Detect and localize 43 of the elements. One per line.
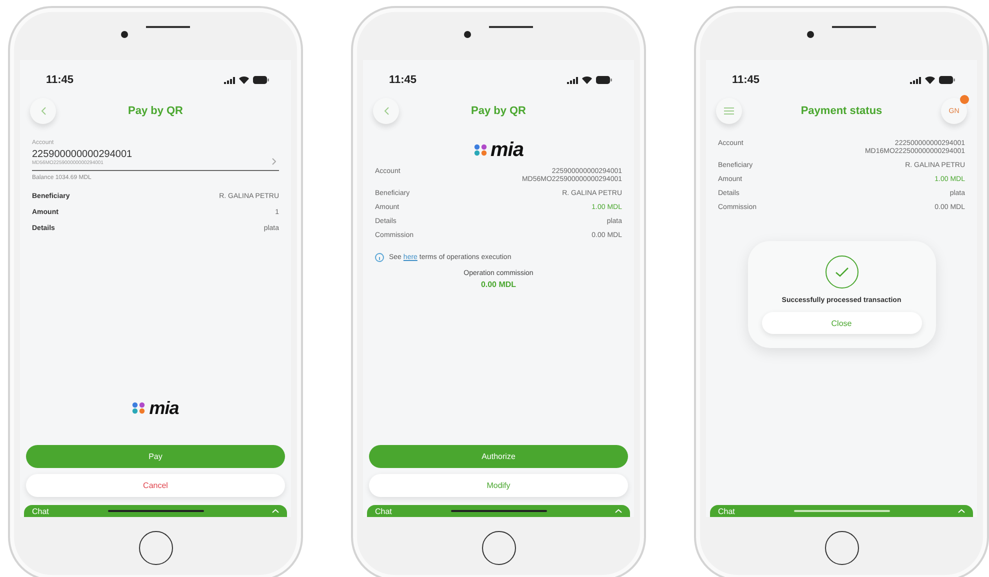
check-circle-icon xyxy=(824,255,858,289)
screen-title: Pay by QR xyxy=(470,105,528,117)
action-button[interactable]: Pay xyxy=(26,445,285,468)
camera-dot xyxy=(807,30,814,38)
notification-badge xyxy=(960,95,969,104)
chevron-right-icon xyxy=(272,158,276,165)
signal-icon xyxy=(910,76,921,84)
info-icon xyxy=(375,253,384,262)
action-button[interactable]: Close xyxy=(762,312,922,334)
action-button[interactable]: Modify xyxy=(369,474,628,497)
camera-dot xyxy=(464,30,471,38)
battery-icon xyxy=(939,76,955,84)
battery-icon xyxy=(596,76,612,84)
chevron-up-icon xyxy=(615,509,622,513)
wifi-icon xyxy=(925,76,935,84)
wifi-icon xyxy=(582,76,592,84)
screen-title: Pay by QR xyxy=(126,105,184,117)
chat-bar[interactable]: Chat xyxy=(24,505,287,517)
home-button[interactable] xyxy=(138,531,172,565)
camera-dot xyxy=(121,30,128,38)
wifi-icon xyxy=(239,76,249,84)
menu-icon xyxy=(724,107,734,115)
chat-bar[interactable]: Chat xyxy=(710,505,973,517)
logo-text: mia xyxy=(149,399,179,417)
signal-icon xyxy=(567,76,578,84)
commission-amount: 0.00 MDL xyxy=(480,280,516,289)
status-time: 11:45 xyxy=(732,74,760,86)
dots-icon xyxy=(474,144,488,156)
chat-bar[interactable]: Chat xyxy=(367,505,630,517)
battery-icon xyxy=(253,76,269,84)
action-button[interactable]: Authorize xyxy=(369,445,628,468)
logo-text: mia xyxy=(490,140,524,160)
dots-icon xyxy=(132,402,146,414)
action-button[interactable]: Cancel xyxy=(26,474,285,497)
chevron-up-icon xyxy=(958,509,965,513)
status-time: 11:45 xyxy=(46,74,74,86)
status-time: 11:45 xyxy=(389,74,417,86)
account-number: 225900000000294001 xyxy=(32,149,134,160)
home-button[interactable] xyxy=(824,531,858,565)
screen-title: Payment status xyxy=(800,105,884,117)
home-button[interactable] xyxy=(482,531,516,565)
signal-icon xyxy=(224,76,235,84)
chevron-up-icon xyxy=(272,509,279,513)
